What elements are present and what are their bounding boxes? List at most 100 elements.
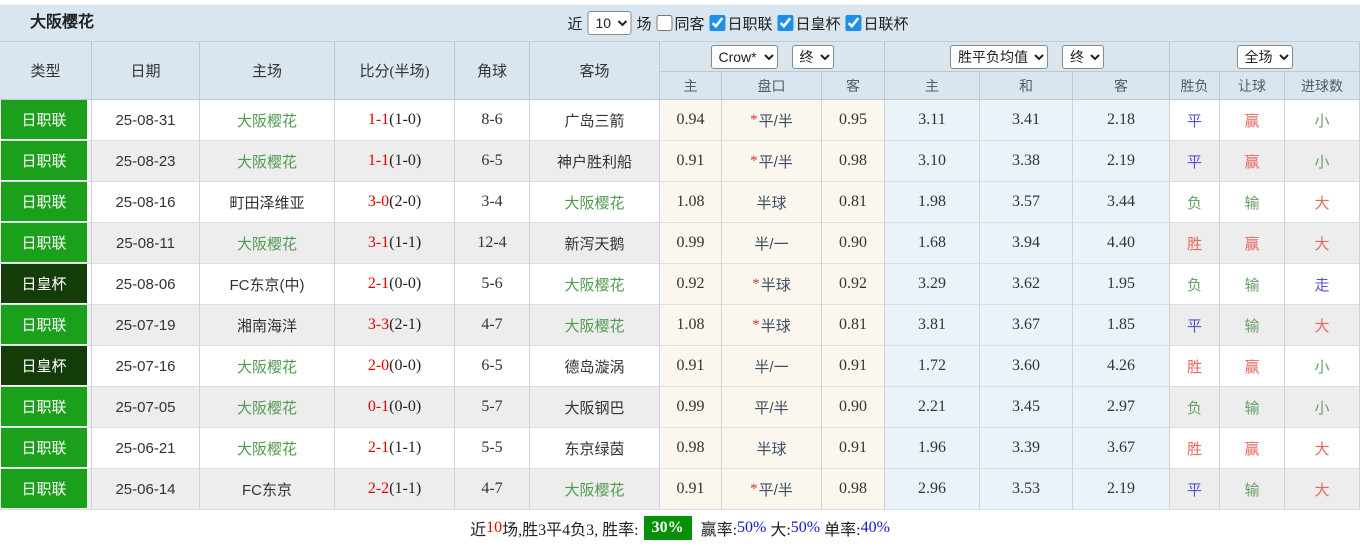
- europe-home-odds-cell: 3.81: [885, 305, 980, 346]
- date-cell: 25-07-05: [92, 387, 200, 428]
- europe-home-odds-cell: 3.10: [885, 141, 980, 182]
- league-league-cup-checkbox[interactable]: [845, 15, 862, 31]
- home-team-cell: FC东京(中): [200, 264, 335, 305]
- date-cell: 25-08-31: [92, 100, 200, 141]
- europe-home-odds-cell: 3.11: [885, 100, 980, 141]
- asian-home-odds-cell: 0.91: [660, 141, 722, 182]
- europe-away-odds-cell: 2.19: [1073, 141, 1170, 182]
- europe-away-odds-cell: 4.26: [1073, 346, 1170, 387]
- league-cell: 日职联: [0, 469, 92, 510]
- date-cell: 25-06-21: [92, 428, 200, 469]
- footer-count: 10: [486, 519, 503, 536]
- result-cell: 负: [1170, 182, 1220, 223]
- date-cell: 25-07-19: [92, 305, 200, 346]
- europe-home-odds-cell: 3.29: [885, 264, 980, 305]
- away-team-cell: 东京绿茵: [530, 428, 660, 469]
- europe-away-odds-cell: 3.67: [1073, 428, 1170, 469]
- asian-away-odds-cell: 0.81: [822, 182, 885, 223]
- europe-odds-select[interactable]: 胜平负均值: [950, 44, 1048, 69]
- europe-away-odds-cell: 4.40: [1073, 223, 1170, 264]
- handicap-result-cell: 输: [1220, 305, 1285, 346]
- result-cell: 负: [1170, 387, 1220, 428]
- europe-odds-time-select[interactable]: 终: [1062, 44, 1104, 69]
- league-badge: 日职联: [1, 100, 87, 139]
- league-badge: 日职联: [1, 223, 87, 262]
- league-badge: 日职联: [1, 182, 87, 221]
- scope-select[interactable]: 全场: [1236, 44, 1293, 69]
- handicap-cell: 半球: [722, 428, 822, 469]
- scope-header: 全场: [1170, 42, 1360, 72]
- date-cell: 25-07-16: [92, 346, 200, 387]
- handicap-cell: * 平/半: [722, 100, 822, 141]
- home-team-cell: 大阪樱花: [200, 346, 335, 387]
- asian-away-odds-cell: 0.92: [822, 264, 885, 305]
- score-cell: 2-0 (0-0): [335, 346, 455, 387]
- footer-summary: 场,胜3平4负3, 胜率:: [502, 522, 639, 539]
- sub-header-result: 胜负: [1170, 72, 1220, 100]
- handicap-result-cell: 输: [1220, 387, 1285, 428]
- league-cell: 日职联: [0, 305, 92, 346]
- europe-away-odds-cell: 3.44: [1073, 182, 1170, 223]
- result-cell: 平: [1170, 469, 1220, 510]
- corner-cell: 8-6: [455, 100, 530, 141]
- corner-cell: 4-7: [455, 305, 530, 346]
- league-badge: 日皇杯: [1, 264, 87, 303]
- home-team-cell: 大阪樱花: [200, 428, 335, 469]
- league-cell: 日职联: [0, 100, 92, 141]
- league-emperors-cup-label: 日皇杯: [795, 16, 841, 33]
- result-cell: 胜: [1170, 223, 1220, 264]
- same-away-checkbox[interactable]: [656, 15, 673, 31]
- league-j1-checkbox[interactable]: [709, 15, 726, 31]
- europe-home-odds-cell: 1.72: [885, 346, 980, 387]
- score-cell: 3-3 (2-1): [335, 305, 455, 346]
- corner-cell: 5-7: [455, 387, 530, 428]
- handicap-cell: 半/一: [722, 223, 822, 264]
- asian-away-odds-cell: 0.95: [822, 100, 885, 141]
- score-cell: 2-2 (1-1): [335, 469, 455, 510]
- filter-controls: 近 10 场 同客 日职联 日皇杯 日联杯: [567, 5, 909, 41]
- score-cell: 3-0 (2-0): [335, 182, 455, 223]
- goals-result-cell: 小: [1285, 100, 1360, 141]
- same-away-label: 同客: [674, 16, 705, 33]
- asian-odds-time-select[interactable]: 终: [791, 44, 834, 69]
- europe-draw-odds-cell: 3.67: [980, 305, 1073, 346]
- europe-away-odds-cell: 2.18: [1073, 100, 1170, 141]
- col-header-type: 类型: [0, 42, 92, 100]
- goals-result-cell: 大: [1285, 182, 1360, 223]
- away-team-cell: 大阪樱花: [530, 305, 660, 346]
- away-team-cell: 广岛三箭: [530, 100, 660, 141]
- league-emperors-cup-checkbox[interactable]: [777, 15, 794, 31]
- league-badge: 日职联: [1, 428, 87, 467]
- europe-draw-odds-cell: 3.57: [980, 182, 1073, 223]
- result-cell: 平: [1170, 305, 1220, 346]
- score-cell: 2-1 (0-0): [335, 264, 455, 305]
- europe-away-odds-cell: 2.19: [1073, 469, 1170, 510]
- europe-home-odds-cell: 2.21: [885, 387, 980, 428]
- matches-label: 场: [636, 16, 652, 33]
- sub-header-asian-home: 主: [660, 72, 722, 100]
- away-team-cell: 德岛漩涡: [530, 346, 660, 387]
- asian-odds-header: Crow* 终: [660, 42, 885, 72]
- europe-draw-odds-cell: 3.60: [980, 346, 1073, 387]
- handicap-result-cell: 输: [1220, 264, 1285, 305]
- league-cell: 日职联: [0, 141, 92, 182]
- home-team-cell: 大阪樱花: [200, 223, 335, 264]
- col-header-home: 主场: [200, 42, 335, 100]
- europe-draw-odds-cell: 3.53: [980, 469, 1073, 510]
- recent-count-select[interactable]: 10: [587, 11, 632, 35]
- europe-home-odds-cell: 2.96: [885, 469, 980, 510]
- asian-away-odds-cell: 0.98: [822, 469, 885, 510]
- sub-header-europe-away: 客: [1073, 72, 1170, 100]
- europe-draw-odds-cell: 3.39: [980, 428, 1073, 469]
- col-header-date: 日期: [92, 42, 200, 100]
- handicap-result-cell: 赢: [1220, 141, 1285, 182]
- asian-home-odds-cell: 0.94: [660, 100, 722, 141]
- league-cell: 日职联: [0, 387, 92, 428]
- sub-header-europe-draw: 和: [980, 72, 1073, 100]
- score-cell: 3-1 (1-1): [335, 223, 455, 264]
- home-team-cell: 大阪樱花: [200, 387, 335, 428]
- odds-company-select[interactable]: Crow*: [710, 44, 778, 69]
- league-badge: 日职联: [1, 469, 87, 508]
- goals-result-cell: 小: [1285, 346, 1360, 387]
- score-cell: 1-1 (1-0): [335, 100, 455, 141]
